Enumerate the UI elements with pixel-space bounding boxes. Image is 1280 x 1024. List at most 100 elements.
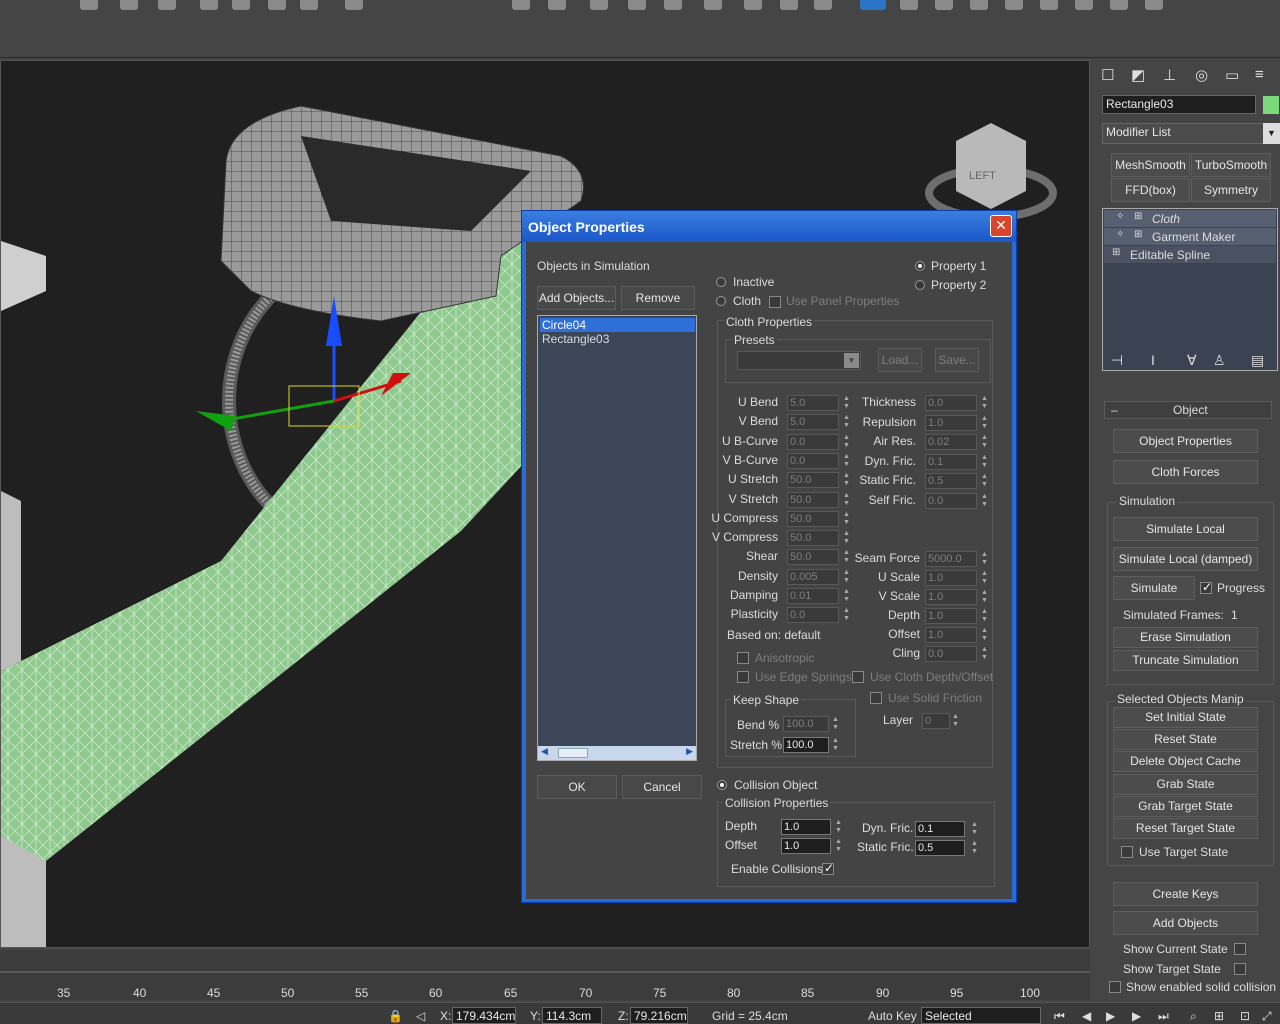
chevron-down-icon[interactable]: ▼ [1263,123,1280,144]
tool-icon[interactable] [970,0,988,10]
stretch-percent-spinner[interactable]: 100.0 [783,737,829,753]
use-solid-friction-checkbox[interactable] [870,692,882,704]
gizmo-y-axis[interactable] [220,399,335,423]
collision-dyn-fric-arrows[interactable]: ▲ ▼ [970,821,979,837]
go-to-end-icon[interactable]: ⏭ [1158,1009,1169,1024]
viewcube-label[interactable]: LEFT [969,170,996,182]
y-coordinate-field[interactable]: 114.3cm [542,1007,602,1024]
spinner-arrows[interactable]: ▲ ▼ [980,627,989,643]
simulate-local-damped-button[interactable]: Simulate Local (damped) [1113,547,1258,571]
param-spinner[interactable]: 0.02 [925,434,977,450]
tool-icon[interactable] [1075,0,1093,10]
param-spinner[interactable]: 1.0 [925,570,977,586]
param-spinner[interactable]: 50.0 [787,530,839,547]
auto-key-button[interactable]: Auto Key [868,1009,917,1023]
load-button[interactable]: Load... [878,348,922,372]
grab-state-button[interactable]: Grab State [1113,774,1258,795]
symmetry-button[interactable]: Symmetry [1191,178,1271,202]
spinner-snap-icon[interactable] [300,0,318,10]
transform-mode-icon[interactable]: ◁ [416,1009,425,1023]
select-and-move-icon[interactable] [80,0,98,10]
lock-icon[interactable]: 🔒 [388,1009,403,1023]
spinner-arrows[interactable]: ▲ ▼ [980,608,989,624]
cancel-button[interactable]: Cancel [622,775,702,799]
expand-icon[interactable]: ⊞ [1112,247,1120,258]
meshsmooth-button[interactable]: MeshSmooth [1111,153,1190,177]
render-frame-icon[interactable] [780,0,798,10]
z-coordinate-field[interactable]: 79.216cm [630,1007,688,1024]
next-frame-icon[interactable]: ▶ [1132,1009,1141,1023]
zoom-extents-icon[interactable]: ⊡ [1240,1009,1250,1023]
named-selection-icon[interactable] [345,0,363,10]
presets-dropdown[interactable] [737,351,861,370]
progress-checkbox[interactable] [1200,580,1212,594]
grab-target-state-button[interactable]: Grab Target State [1113,796,1258,817]
rollout-object-header[interactable]: – Object [1104,401,1272,419]
spinner-arrows[interactable]: ▲ ▼ [842,511,851,527]
reset-target-state-button[interactable]: Reset Target State [1113,818,1258,839]
show-enabled-solid-collision-checkbox[interactable] [1109,981,1121,993]
align-icon[interactable] [548,0,566,10]
add-objects-button[interactable]: Add Objects [1113,911,1258,935]
expand-icon[interactable]: ⊞ [1134,229,1142,240]
delete-object-cache-button[interactable]: Delete Object Cache [1113,751,1258,772]
param-spinner[interactable]: 0.0 [925,492,977,509]
stack-item-editable-spline[interactable]: ⊞ Editable Spline [1104,246,1276,263]
use-cloth-depth-offset-checkbox[interactable] [852,671,864,683]
param-spinner[interactable]: 0.0 [925,646,977,662]
list-item[interactable]: Circle04 [540,318,695,332]
use-target-state-checkbox[interactable] [1121,846,1133,858]
configure-sets-icon[interactable]: ▤ [1251,352,1264,369]
light-bulb-icon[interactable]: ✧ [1116,229,1124,240]
param-spinner[interactable]: 1.0 [925,414,977,431]
modifier-stack[interactable]: ✧ ⊞ Cloth ✧ ⊞ Garment Maker ⊞ Editable S… [1102,208,1278,371]
list-item[interactable]: Rectangle03 [540,332,695,346]
layer-spinner[interactable]: 0 [922,713,950,729]
schematic-view-icon[interactable] [664,0,682,10]
param-spinner[interactable]: 0.1 [925,453,977,470]
inactive-radio[interactable] [716,277,726,287]
stretch-percent-arrows[interactable]: ▲ ▼ [831,737,840,753]
spinner-arrows[interactable]: ▲ ▼ [980,570,989,586]
save-button[interactable]: Save... [935,348,979,372]
tool-icon[interactable] [900,0,918,10]
horizontal-scrollbar[interactable]: ◀ ▶ [538,746,696,760]
utilities-tab-icon[interactable]: ≡ [1255,66,1264,83]
spinner-arrows[interactable]: ▲ ▼ [842,530,851,546]
key-filter-select[interactable]: Selected [921,1007,1041,1024]
collision-object-radio[interactable] [717,780,727,790]
collision-static-fric-arrows[interactable]: ▲ ▼ [970,840,979,856]
select-and-scale-icon[interactable] [158,0,176,10]
motion-tab-icon[interactable]: ◎ [1195,66,1208,84]
enable-collisions-checkbox[interactable] [822,861,834,875]
add-objects-button[interactable]: Add Objects... [537,286,616,310]
collision-depth-spinner[interactable]: 1.0 [781,819,831,835]
display-tab-icon[interactable]: ▭ [1225,66,1239,84]
scroll-left-icon[interactable]: ◀ [541,746,548,757]
viewcube[interactable] [956,123,1026,209]
bend-percent-arrows[interactable]: ▲ ▼ [831,716,840,732]
render-icon[interactable] [814,0,832,10]
tool-icon[interactable] [1110,0,1128,10]
close-icon[interactable]: ✕ [990,215,1012,237]
param-spinner[interactable]: 1.0 [925,589,977,605]
anisotropic-checkbox[interactable] [737,652,749,664]
scroll-thumb[interactable] [558,748,588,758]
simulate-local-button[interactable]: Simulate Local [1113,517,1258,541]
tool-icon[interactable] [1145,0,1163,10]
collision-dyn-fric-spinner[interactable]: 0.1 [915,821,965,837]
play-icon[interactable]: ▶ [1106,1009,1115,1023]
object-name-field[interactable]: Rectangle03 [1102,95,1256,114]
make-unique-icon[interactable]: ∀ [1187,352,1197,369]
select-and-rotate-icon[interactable] [120,0,138,10]
percent-snap-icon[interactable] [268,0,286,10]
spinner-arrows[interactable]: ▲ ▼ [980,551,989,567]
material-editor-icon[interactable] [704,0,722,10]
collapse-icon[interactable]: – [1111,403,1118,417]
tool-icon[interactable] [1040,0,1058,10]
tool-icon[interactable] [1005,0,1023,10]
stack-item-garment-maker[interactable]: ✧ ⊞ Garment Maker [1104,228,1276,245]
stack-item-cloth[interactable]: ✧ ⊞ Cloth [1104,210,1276,227]
hierarchy-tab-icon[interactable]: ⊥ [1163,66,1176,84]
ffd-box-button[interactable]: FFD(box) [1111,178,1190,202]
